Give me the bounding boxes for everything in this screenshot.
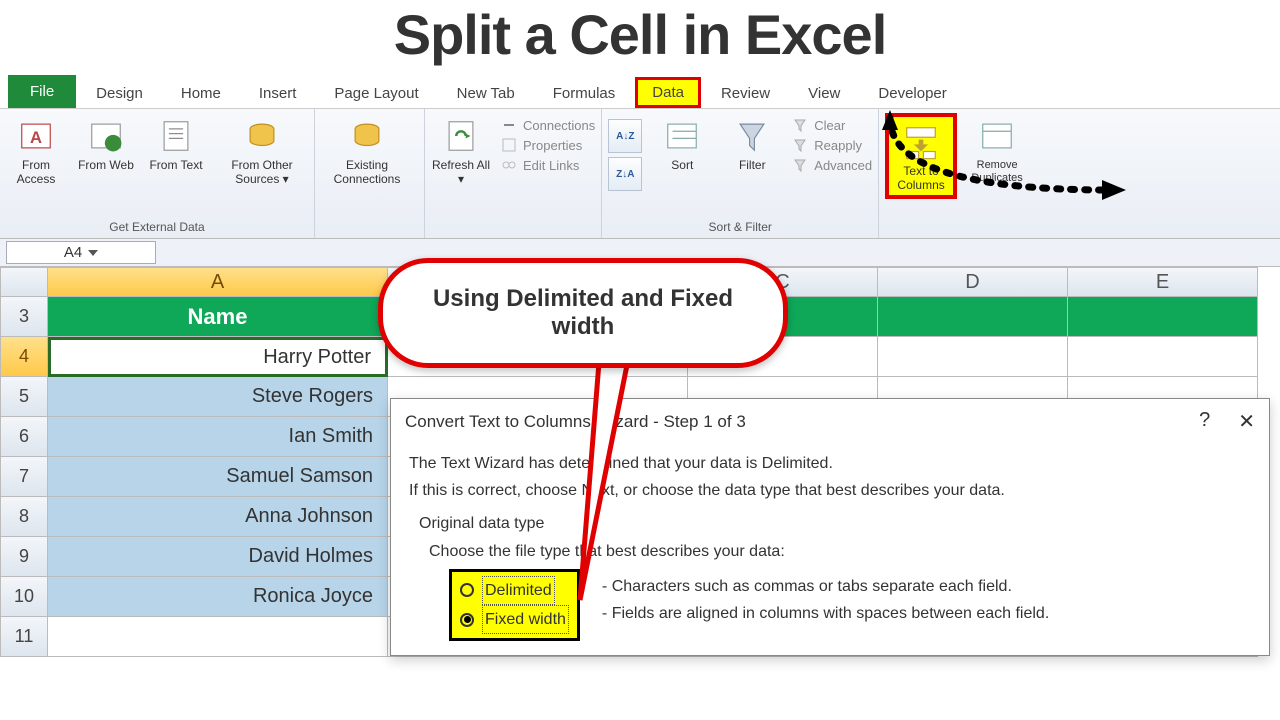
text-to-columns-wizard: Convert Text to Columns Wizard - Step 1 …: [390, 398, 1270, 656]
existing-connections-button[interactable]: Existing Connections: [321, 113, 413, 187]
group-refresh: Refresh All ▾ Connections Properties Edi…: [425, 109, 602, 238]
ribbon: A From Access From Web From Text From Ot…: [0, 109, 1280, 239]
cell[interactable]: Anna Johnson: [48, 497, 388, 537]
tab-file[interactable]: File: [8, 75, 76, 108]
cell[interactable]: Samuel Samson: [48, 457, 388, 497]
clear-icon: [792, 117, 808, 133]
col-header-e[interactable]: E: [1068, 267, 1258, 297]
group-label-sort: Sort & Filter: [608, 218, 872, 236]
wizard-line1: The Text Wizard has determined that your…: [409, 450, 1251, 477]
wizard-prompt: Choose the file type that best describes…: [409, 538, 1251, 565]
remove-dup-icon: [978, 117, 1016, 155]
from-web-button[interactable]: From Web: [76, 113, 136, 173]
wizard-section: Original data type: [409, 510, 1251, 537]
group-label-external: Get External Data: [6, 218, 308, 236]
tab-new-tab[interactable]: New Tab: [439, 79, 533, 108]
cell[interactable]: Harry Potter: [48, 337, 388, 377]
refresh-icon: [442, 117, 480, 155]
page-title: Split a Cell in Excel: [0, 0, 1280, 73]
advanced-filter[interactable]: Advanced: [792, 157, 872, 173]
tab-view[interactable]: View: [790, 79, 858, 108]
refresh-all-button[interactable]: Refresh All ▾: [431, 113, 491, 187]
col-header-a[interactable]: A: [48, 267, 388, 297]
row-header[interactable]: 7: [0, 457, 48, 497]
group-data-tools: Text to Columns Remove Duplicates: [879, 109, 1033, 238]
radio-icon: [460, 613, 474, 627]
radio-fixed-width[interactable]: Fixed width: [460, 605, 569, 634]
help-button[interactable]: ?: [1199, 409, 1210, 434]
group-sort-filter: A↓Z Z↓A Sort Filter Clear Reapply Advanc…: [602, 109, 879, 238]
name-box[interactable]: A4: [6, 241, 156, 264]
text-to-columns-icon: [902, 123, 940, 161]
properties-icon: [501, 137, 517, 153]
row-header[interactable]: 11: [0, 617, 48, 657]
cell[interactable]: Steve Rogers: [48, 377, 388, 417]
row-header[interactable]: 9: [0, 537, 48, 577]
dialog-title: Convert Text to Columns Wizard - Step 1 …: [405, 412, 746, 432]
properties-link[interactable]: Properties: [501, 137, 595, 153]
sort-icon: [663, 117, 701, 155]
connections-icon: [348, 117, 386, 155]
tab-page-layout[interactable]: Page Layout: [316, 79, 436, 108]
clear-filter[interactable]: Clear: [792, 117, 872, 133]
from-other-sources-button[interactable]: From Other Sources ▾: [216, 113, 308, 187]
connections-link[interactable]: Connections: [501, 117, 595, 133]
select-all-corner[interactable]: [0, 267, 48, 297]
group-external-data: A From Access From Web From Text From Ot…: [0, 109, 315, 238]
edit-links-link[interactable]: Edit Links: [501, 157, 595, 173]
tab-developer[interactable]: Developer: [860, 79, 964, 108]
cell[interactable]: Ian Smith: [48, 417, 388, 457]
reapply-filter[interactable]: Reapply: [792, 137, 872, 153]
row-header[interactable]: 6: [0, 417, 48, 457]
row-header[interactable]: 4: [0, 337, 48, 377]
tab-insert[interactable]: Insert: [241, 79, 315, 108]
svg-text:A: A: [30, 128, 42, 147]
tab-design[interactable]: Design: [78, 79, 161, 108]
link-icon: [501, 117, 517, 133]
text-icon: [157, 117, 195, 155]
advanced-icon: [792, 157, 808, 173]
fixed-width-desc: - Fields are aligned in columns with spa…: [602, 600, 1049, 627]
text-to-columns-button[interactable]: Text to Columns: [891, 119, 951, 193]
col-header-d[interactable]: D: [878, 267, 1068, 297]
sort-desc-button[interactable]: Z↓A: [608, 157, 642, 191]
filter-button[interactable]: Filter: [722, 113, 782, 173]
chevron-down-icon: [88, 250, 98, 256]
row-header[interactable]: 8: [0, 497, 48, 537]
text-to-columns-highlight: Text to Columns: [885, 113, 957, 199]
cell[interactable]: [48, 617, 388, 657]
radio-delimited[interactable]: Delimited: [460, 576, 569, 605]
row-header[interactable]: 10: [0, 577, 48, 617]
tab-data[interactable]: Data: [635, 77, 701, 108]
remove-duplicates-button[interactable]: Remove Duplicates: [967, 113, 1027, 184]
delimited-desc: - Characters such as commas or tabs sepa…: [602, 573, 1049, 600]
close-button[interactable]: ✕: [1238, 409, 1255, 434]
tab-formulas[interactable]: Formulas: [535, 79, 634, 108]
funnel-icon: [733, 117, 771, 155]
cell[interactable]: Ronica Joyce: [48, 577, 388, 617]
group-connections: Existing Connections: [315, 109, 425, 238]
row-header[interactable]: 5: [0, 377, 48, 417]
from-access-button[interactable]: A From Access: [6, 113, 66, 187]
row-header[interactable]: 3: [0, 297, 48, 337]
reapply-icon: [792, 137, 808, 153]
tab-home[interactable]: Home: [163, 79, 239, 108]
sort-asc-button[interactable]: A↓Z: [608, 119, 642, 153]
radio-options-highlight: Delimited Fixed width: [449, 569, 580, 641]
cell[interactable]: David Holmes: [48, 537, 388, 577]
other-sources-icon: [243, 117, 281, 155]
tab-review[interactable]: Review: [703, 79, 788, 108]
radio-icon: [460, 583, 474, 597]
wizard-line2: If this is correct, choose Next, or choo…: [409, 477, 1251, 504]
chain-icon: [501, 157, 517, 173]
sort-button[interactable]: Sort: [652, 113, 712, 173]
header-cell-name[interactable]: Name: [48, 297, 388, 337]
callout-bubble: Using Delimited and Fixed width: [378, 258, 788, 368]
web-icon: [87, 117, 125, 155]
from-text-button[interactable]: From Text: [146, 113, 206, 173]
access-icon: A: [17, 117, 55, 155]
ribbon-tabs: File Design Home Insert Page Layout New …: [0, 73, 1280, 109]
